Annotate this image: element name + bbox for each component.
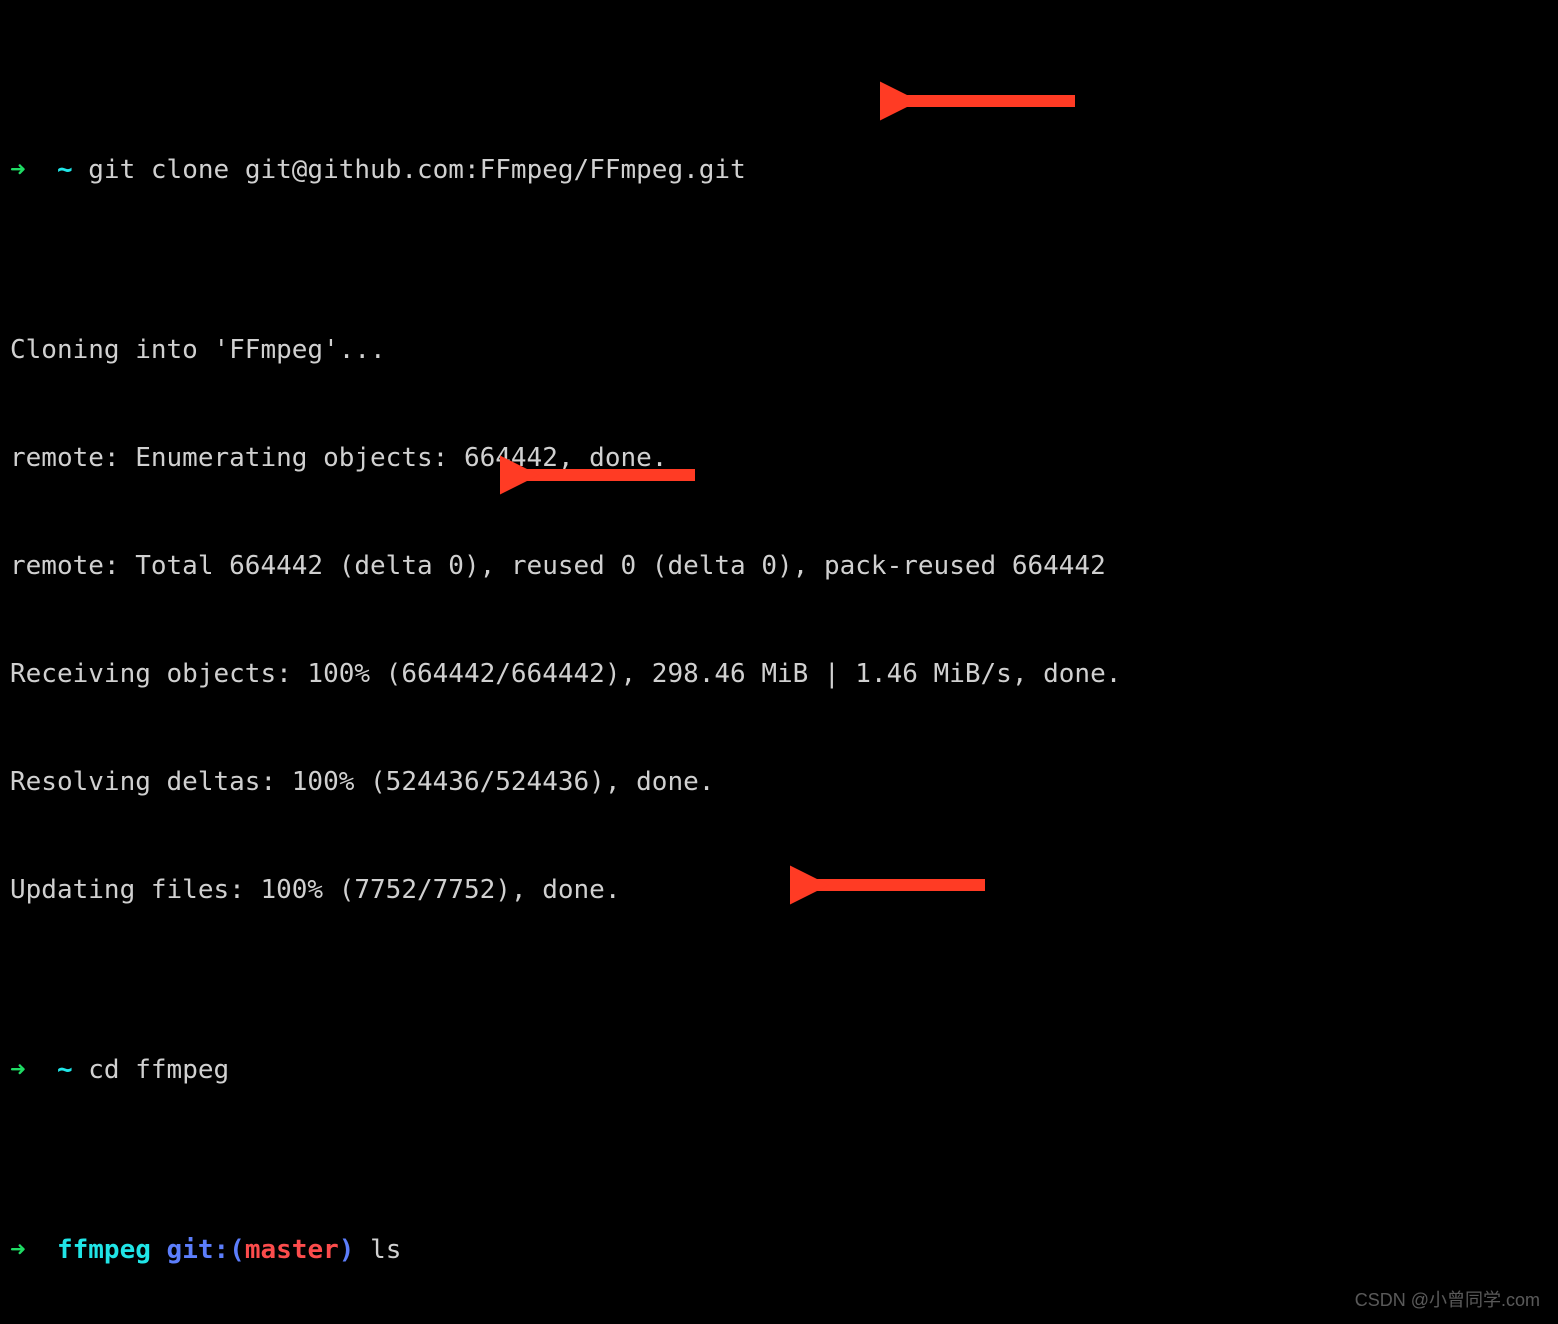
prompt-line-3: ➜ ffmpeg git:(master) ls bbox=[10, 1232, 1548, 1268]
git-label: git:( bbox=[167, 1235, 245, 1265]
output-line: Cloning into 'FFmpeg'... bbox=[10, 332, 1548, 368]
prompt-path: ~ bbox=[57, 155, 73, 185]
command-ls: ls bbox=[370, 1235, 401, 1265]
prompt-arrow: ➜ bbox=[10, 1055, 26, 1085]
output-line: Resolving deltas: 100% (524436/524436), … bbox=[10, 764, 1548, 800]
command-cd: cd ffmpeg bbox=[88, 1055, 229, 1085]
prompt-line-2: ➜ ~ cd ffmpeg bbox=[10, 1052, 1548, 1088]
watermark: CSDN @小曾同学.com bbox=[1355, 1282, 1540, 1318]
output-line: Receiving objects: 100% (664442/664442),… bbox=[10, 656, 1548, 692]
prompt-line-1: ➜ ~ git clone git@github.com:FFmpeg/FFmp… bbox=[10, 152, 1548, 188]
prompt-arrow: ➜ bbox=[10, 155, 26, 185]
prompt-arrow: ➜ bbox=[10, 1235, 26, 1265]
output-line: remote: Enumerating objects: 664442, don… bbox=[10, 440, 1548, 476]
git-branch: master bbox=[245, 1235, 339, 1265]
prompt-dir: ffmpeg bbox=[57, 1235, 151, 1265]
annotation-arrow-icon bbox=[500, 378, 700, 428]
terminal[interactable]: ➜ ~ git clone git@github.com:FFmpeg/FFmp… bbox=[0, 0, 1558, 1324]
output-line: remote: Total 664442 (delta 0), reused 0… bbox=[10, 548, 1548, 584]
git-close: ) bbox=[339, 1235, 355, 1265]
command-git-clone: git clone git@github.com:FFmpeg/FFmpeg.g… bbox=[88, 155, 745, 185]
prompt-path: ~ bbox=[57, 1055, 73, 1085]
output-line: Updating files: 100% (7752/7752), done. bbox=[10, 872, 1548, 908]
annotation-arrow-icon bbox=[880, 4, 1080, 54]
